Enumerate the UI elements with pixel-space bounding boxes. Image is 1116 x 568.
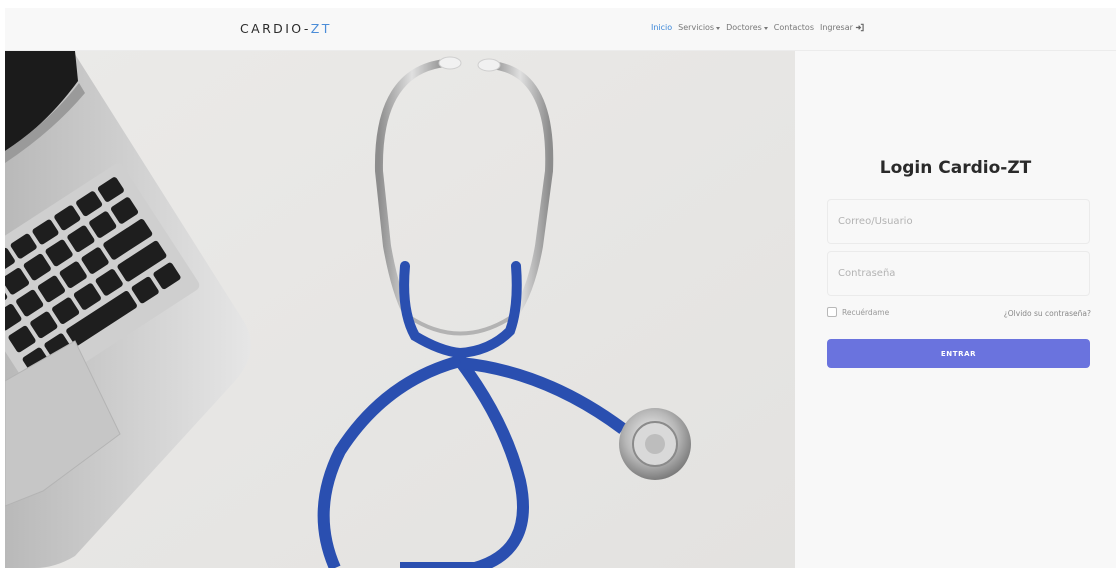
nav-item-contactos[interactable]: Contactos	[774, 23, 814, 32]
login-title: Login Cardio-ZT	[879, 158, 1032, 178]
nav-item-servicios[interactable]: Servicios	[678, 23, 721, 32]
caret-down-icon	[716, 26, 721, 30]
nav-item-doctores[interactable]: Doctores	[726, 23, 768, 32]
nav-item-label: Doctores	[726, 23, 762, 32]
forgot-password-link[interactable]: ¿Olvido su contraseña?	[1004, 309, 1091, 318]
nav-item-label: Inicio	[651, 23, 673, 32]
brand-suffix: ZT	[310, 21, 332, 36]
stethoscope-laptop-illustration	[5, 51, 795, 568]
remember-label: Recuérdame	[842, 307, 890, 317]
username-input[interactable]	[827, 199, 1090, 244]
enter-button[interactable]: ENTRAR	[827, 339, 1090, 368]
main-nav: Inicio Servicios Doctores Contactos Ingr…	[651, 23, 864, 32]
nav-item-label: Ingresar	[819, 23, 853, 32]
login-panel: Login Cardio-ZT Recuérdame ¿Olvido su co…	[795, 51, 1116, 568]
nav-item-inicio[interactable]: Inicio	[651, 23, 672, 32]
nav-item-label: Servicios	[678, 23, 715, 32]
remember-me[interactable]: Recuérdame	[827, 307, 889, 317]
hero-photo	[5, 51, 795, 568]
nav-item-label: Contactos	[773, 23, 814, 32]
page: CARDIO-ZT Inicio Servicios Doctores Cont…	[0, 0, 1116, 568]
password-input[interactable]	[827, 251, 1090, 296]
brand-logo[interactable]: CARDIO-ZT	[240, 21, 332, 36]
brand-prefix: CARDIO-	[240, 21, 311, 36]
top-navbar: CARDIO-ZT Inicio Servicios Doctores Cont…	[5, 8, 1116, 51]
nav-item-ingresar[interactable]: Ingresar	[820, 23, 864, 32]
caret-down-icon	[763, 26, 768, 30]
remember-checkbox[interactable]	[827, 307, 837, 317]
sign-in-icon	[855, 23, 864, 32]
